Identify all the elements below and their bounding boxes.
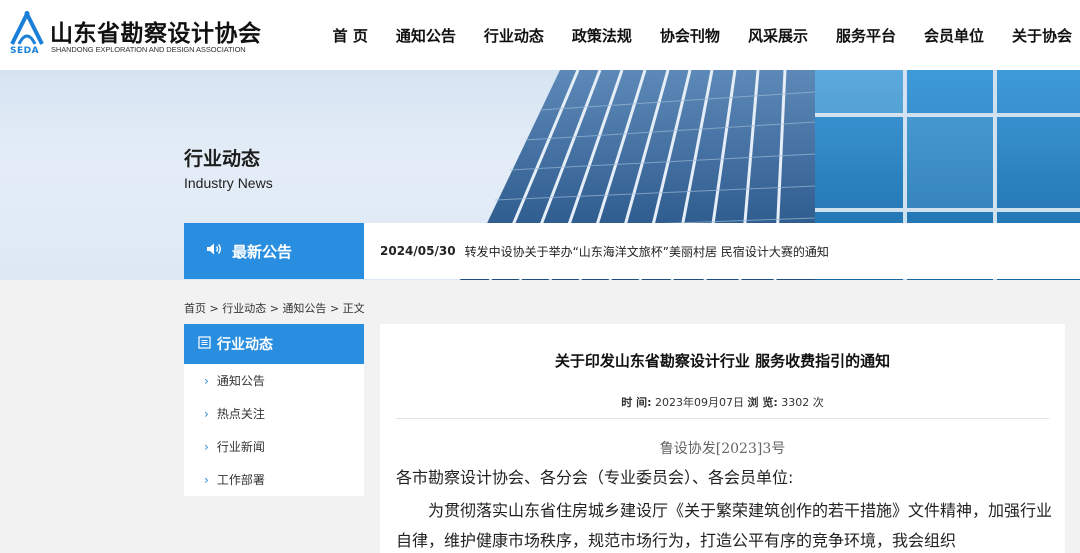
breadcrumb-separator: > — [209, 302, 219, 315]
nav-notices[interactable]: 通知公告 — [396, 25, 456, 46]
logo-chinese-name: 山东省勘察设计协会 — [50, 21, 262, 47]
article-salutation: 各市勘察设计协会、各分会（专业委员会）、各会员单位: — [396, 468, 794, 487]
speaker-icon — [206, 242, 222, 260]
nav-services[interactable]: 服务平台 — [836, 25, 896, 46]
nav-home[interactable]: 首 页 — [333, 25, 368, 46]
chevron-right-icon: › — [204, 373, 209, 388]
publish-time-label: 时 间: — [621, 396, 652, 409]
publish-time-value: 2023年09月07日 — [655, 396, 744, 409]
sidebar-item-notices[interactable]: › 通知公告 — [184, 364, 364, 397]
sidebar-item-hot-topics[interactable]: › 热点关注 — [184, 397, 364, 430]
breadcrumb-separator: > — [269, 302, 279, 315]
divider — [396, 418, 1049, 419]
article-title: 关于印发山东省勘察设计行业 服务收费指引的通知 — [554, 352, 891, 370]
sidebar-item-industry-news[interactable]: › 行业新闻 — [184, 430, 364, 463]
notice-headline-link[interactable]: 转发中设协关于举办“山东海洋文旅杯”美丽村居 民宿设计大赛的通知 — [465, 243, 829, 260]
logo-abbreviation: SEDA — [10, 46, 40, 56]
sidebar-item-work-plans[interactable]: › 工作部署 — [184, 463, 364, 496]
latest-notice-ticker[interactable]: 2024/05/30 转发中设协关于举办“山东海洋文旅杯”美丽村居 民宿设计大赛… — [364, 223, 1080, 279]
breadcrumb: 首页 > 行业动态 > 通知公告 > 正文 — [184, 300, 365, 316]
notice-date: 2024/05/30 — [380, 244, 456, 258]
banner-title: 行业动态 — [184, 148, 261, 170]
nav-industry-news[interactable]: 行业动态 — [484, 25, 544, 46]
view-count-value: 3302 次 — [781, 396, 824, 409]
document-icon — [198, 335, 211, 353]
breadcrumb-home[interactable]: 首页 — [184, 302, 206, 315]
sidebar-item-label: 热点关注 — [216, 407, 265, 421]
sidebar-header: 行业动态 — [184, 324, 364, 364]
latest-notice-label-text: 最新公告 — [232, 242, 293, 261]
sidebar-item-label: 通知公告 — [216, 374, 265, 388]
site-logo[interactable]: SEDA 山东省勘察设计协会 SHANDONG EXPLORATION AND … — [8, 10, 268, 58]
breadcrumb-industry-news[interactable]: 行业动态 — [222, 302, 266, 315]
sidebar-item-label: 行业新闻 — [216, 440, 265, 454]
article-body-paragraph: 为贯彻落实山东省住房城乡建设厅《关于繁荣建筑创作的若干措施》文件精神，加强行业自… — [396, 501, 1053, 550]
main-nav: 首 页 通知公告 行业动态 政策法规 协会刊物 风采展示 服务平台 会员单位 关… — [305, 0, 1080, 70]
nav-policies[interactable]: 政策法规 — [572, 25, 632, 46]
banner-subtitle: Industry News — [184, 175, 273, 191]
chevron-right-icon: › — [204, 472, 209, 487]
nav-showcase[interactable]: 风采展示 — [748, 25, 808, 46]
logo-english-name: SHANDONG EXPLORATION AND DESIGN ASSOCIAT… — [51, 45, 246, 54]
view-count-label: 浏 览: — [747, 396, 778, 409]
sidebar-item-label: 工作部署 — [216, 473, 265, 487]
nav-publications[interactable]: 协会刊物 — [660, 25, 720, 46]
breadcrumb-current: 正文 — [342, 302, 365, 315]
latest-notice-label: 最新公告 — [184, 223, 364, 279]
article-meta: 时 间: 2023年09月07日 浏 览: 3302 次 — [380, 394, 1065, 410]
site-header: SEDA 山东省勘察设计协会 SHANDONG EXPLORATION AND … — [0, 0, 1080, 70]
section-sidebar: 行业动态 › 通知公告 › 热点关注 › 行业新闻 › 工作部署 — [184, 324, 364, 496]
sidebar-title: 行业动态 — [217, 337, 273, 353]
breadcrumb-separator: > — [329, 302, 340, 315]
nav-members[interactable]: 会员单位 — [924, 25, 984, 46]
chevron-right-icon: › — [204, 406, 209, 421]
article-panel: 关于印发山东省勘察设计行业 服务收费指引的通知 时 间: 2023年09月07日… — [380, 324, 1065, 553]
document-number: 鲁设协发[2023]3号 — [659, 441, 786, 457]
chevron-right-icon: › — [204, 439, 209, 454]
nav-about[interactable]: 关于协会 — [1012, 25, 1072, 46]
breadcrumb-notices[interactable]: 通知公告 — [282, 302, 326, 315]
